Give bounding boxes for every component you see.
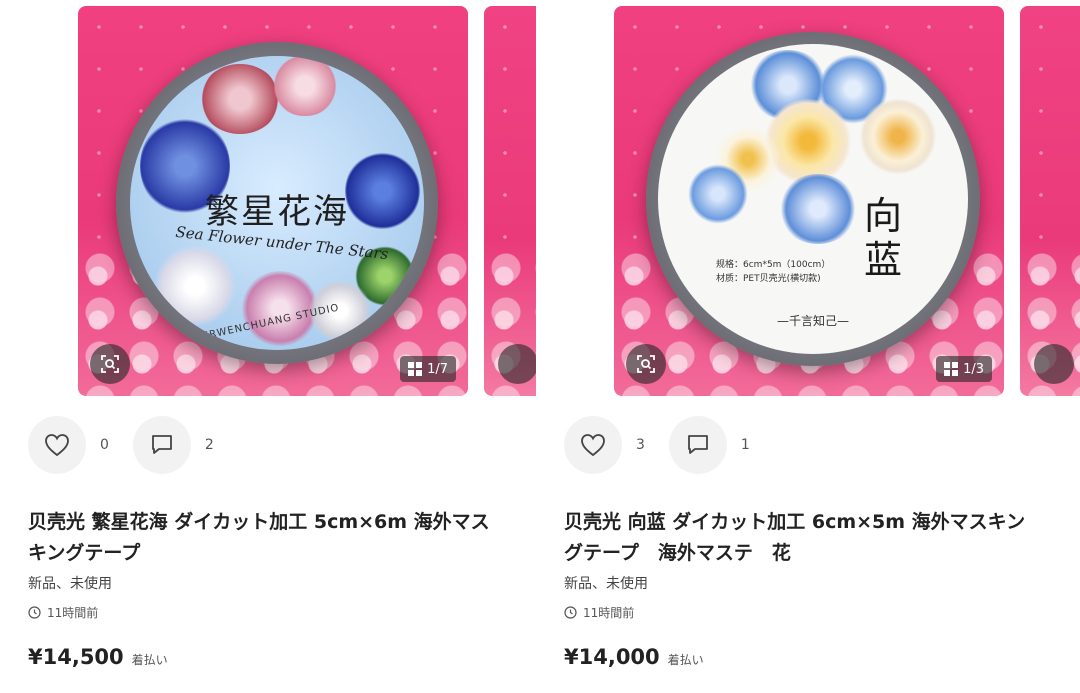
heart-icon: [45, 434, 69, 457]
tape-label: 向蓝 规格：6cm*5m（100cm） 材质：PET贝壳光(横切款) —千言知己…: [658, 44, 968, 354]
price-row: ¥14,500 着払い: [28, 645, 168, 669]
image-counter-text: 1/7: [427, 361, 448, 377]
posted-time-text: 11時間前: [583, 606, 635, 620]
comment-count: 1: [740, 437, 750, 453]
spec-line: 材质：PET贝壳光(横切款): [716, 274, 821, 284]
flower-decoration: [778, 174, 858, 244]
comment-icon: [688, 435, 708, 454]
like-button[interactable]: [28, 416, 86, 474]
flower-decoration: [150, 246, 240, 326]
price: ¥14,500: [28, 645, 124, 669]
posted-time: 11時間前: [28, 604, 98, 621]
tape-roll: 向蓝 规格：6cm*5m（100cm） 材质：PET贝壳光(横切款) —千言知己…: [646, 32, 980, 366]
item-condition: 新品、未使用: [28, 576, 112, 592]
flower-decoration: [270, 56, 340, 116]
grid-icon: [944, 362, 959, 376]
listing-card: 向蓝 规格：6cm*5m（100cm） 材质：PET贝壳光(横切款) —千言知己…: [536, 0, 1080, 693]
background-pattern: [1020, 6, 1080, 246]
shipping-method: 着払い: [667, 653, 704, 667]
next-product-image[interactable]: [484, 6, 536, 396]
action-row: 3 1: [564, 416, 774, 474]
shipping-method: 着払い: [131, 653, 168, 667]
scan-search-button[interactable]: [1034, 344, 1074, 384]
action-row: 0 2: [28, 416, 238, 474]
comment-button[interactable]: [132, 416, 191, 474]
background-pattern: [484, 6, 536, 246]
comment-count: 2: [204, 437, 214, 453]
scan-search-button[interactable]: [626, 344, 666, 384]
posted-time-text: 11時間前: [47, 606, 99, 620]
tape-roll: 繁星花海 Sea Flower under The Stars YIERWENC…: [116, 42, 438, 364]
like-count: 0: [100, 437, 109, 453]
grid-icon: [408, 362, 423, 376]
flower-decoration: [688, 164, 748, 224]
posted-time: 11時間前: [564, 604, 634, 621]
comment-button[interactable]: [668, 416, 727, 474]
listing-card: 繁星花海 Sea Flower under The Stars YIERWENC…: [0, 0, 536, 693]
price-row: ¥14,000 着払い: [564, 645, 704, 669]
flower-decoration: [858, 99, 938, 174]
product-image[interactable]: 繁星花海 Sea Flower under The Stars YIERWENC…: [78, 6, 468, 396]
heart-icon: [581, 434, 605, 457]
image-counter: 1/3: [936, 356, 992, 382]
clock-icon: [564, 606, 577, 619]
comment-icon: [152, 435, 172, 454]
spec-line: 规格：6cm*5m（100cm）: [716, 260, 831, 270]
tape-label-brand: —千言知己—: [776, 314, 849, 328]
scan-search-icon: [101, 355, 119, 373]
like-count: 3: [636, 437, 645, 453]
product-image[interactable]: 向蓝 规格：6cm*5m（100cm） 材质：PET贝壳光(横切款) —千言知己…: [614, 6, 1004, 396]
clock-icon: [28, 606, 41, 619]
tape-label-spec: 规格：6cm*5m（100cm） 材质：PET贝壳光(横切款): [716, 258, 830, 286]
flower-decoration: [200, 64, 280, 134]
scan-search-icon: [637, 355, 655, 373]
image-counter: 1/7: [400, 356, 456, 382]
item-condition: 新品、未使用: [564, 576, 648, 592]
scan-search-button[interactable]: [498, 344, 536, 384]
image-counter-text: 1/3: [963, 361, 984, 377]
like-button[interactable]: [564, 416, 622, 474]
tape-label: 繁星花海 Sea Flower under The Stars YIERWENC…: [130, 56, 424, 350]
scan-search-button[interactable]: [90, 344, 130, 384]
next-product-image[interactable]: [1020, 6, 1080, 396]
tape-label-title: 向蓝: [863, 194, 902, 282]
listing-title[interactable]: 贝壳光 向蓝 ダイカット加工 6cm×5m 海外マスキングテープ 海外マステ 花: [564, 507, 1044, 569]
price: ¥14,000: [564, 645, 660, 669]
listing-title[interactable]: 贝壳光 繁星花海 ダイカット加工 5cm×6m 海外マスキングテープ: [28, 507, 508, 569]
